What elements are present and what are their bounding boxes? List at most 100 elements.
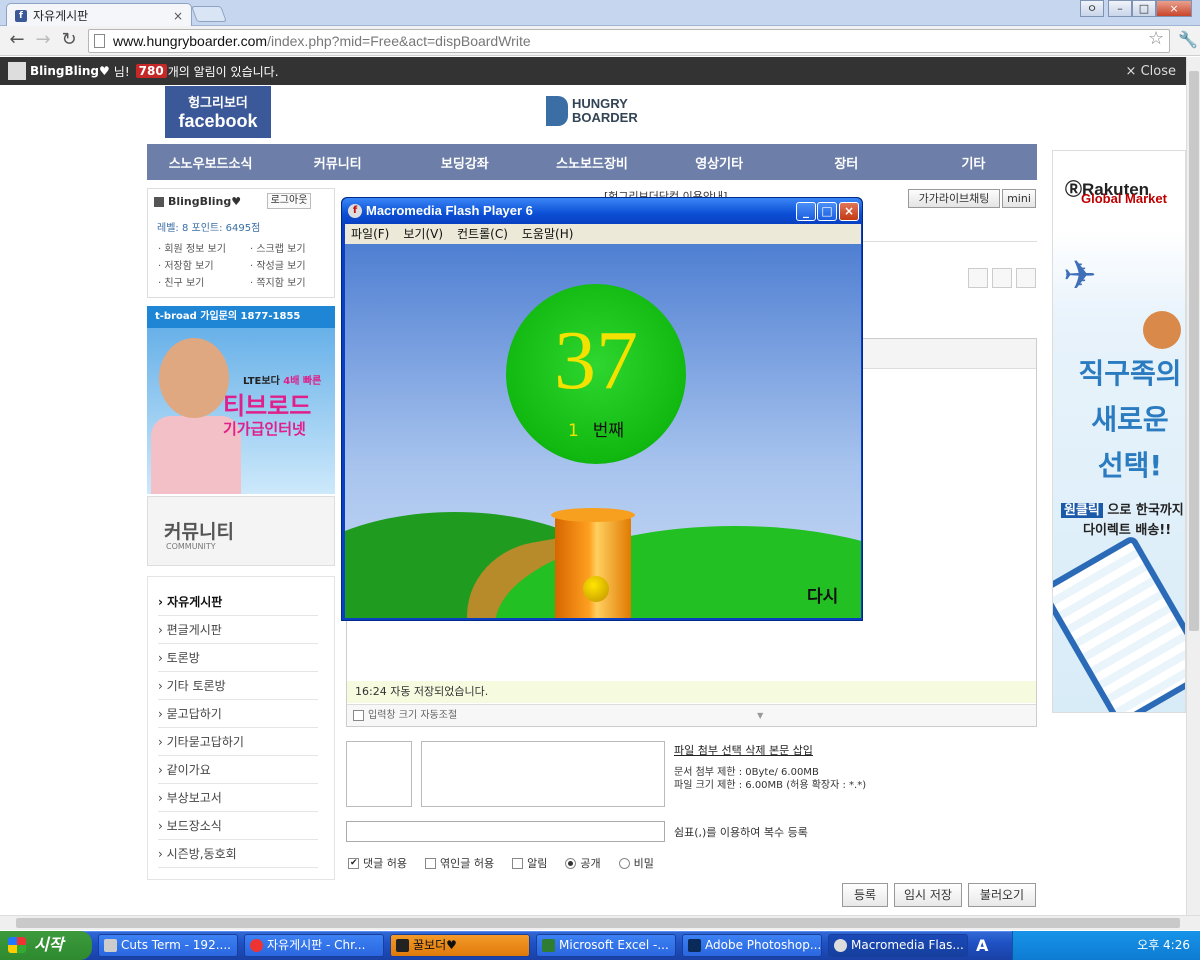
- nav-item-community[interactable]: 커뮤니티: [274, 153, 401, 172]
- my-posts-link[interactable]: · 작성글 보기: [250, 257, 306, 272]
- secret-radio[interactable]: [618, 857, 630, 869]
- board-other-debate[interactable]: › 기타 토론방: [158, 672, 318, 700]
- minimize-button[interactable]: –: [1108, 0, 1132, 17]
- board-debate[interactable]: › 토론방: [158, 644, 318, 672]
- task-cuts-term[interactable]: Cuts Term - 192....: [98, 934, 238, 957]
- forward-arrow-icon[interactable]: →: [32, 30, 54, 52]
- allow-comment-option[interactable]: 댓글 허용: [348, 855, 407, 871]
- site-logo[interactable]: HUNGRY BOARDER: [546, 96, 638, 126]
- friends-link[interactable]: · 친구 보기: [158, 274, 204, 289]
- notify-option[interactable]: 알림: [512, 855, 547, 871]
- board-season-club[interactable]: › 시즌방,동호회: [158, 840, 318, 868]
- board-edited[interactable]: › 편글게시판: [158, 616, 318, 644]
- flash-maximize-button[interactable]: □: [817, 202, 837, 221]
- again-button[interactable]: 다시: [807, 582, 838, 607]
- task-photoshop[interactable]: Adobe Photoshop...: [682, 934, 822, 957]
- public-radio[interactable]: [565, 857, 577, 869]
- rakuten-line-1: 원클릭 으로 한국까지: [1061, 499, 1184, 518]
- flash-player-window[interactable]: Macromedia Flash Player 6 f _ □ × 파일(F) …: [341, 197, 863, 621]
- profile-icon[interactable]: ㅇ: [1080, 0, 1104, 17]
- scrollbar-thumb[interactable]: [1189, 71, 1199, 631]
- hscroll-thumb[interactable]: [16, 918, 1180, 928]
- flash-titlebar[interactable]: Macromedia Flash Player 6: [342, 198, 862, 224]
- auto-resize-option[interactable]: 입력창 크기 자동조절 ▼: [347, 704, 1036, 726]
- user-name[interactable]: BlingBling♥: [168, 195, 241, 208]
- task-messenger[interactable]: 꿀보더♥: [390, 934, 530, 957]
- task-excel[interactable]: Microsoft Excel -...: [536, 934, 676, 957]
- start-button[interactable]: 시작: [0, 931, 92, 960]
- ad-line-1: LTE보다 4배 빠른: [243, 376, 322, 387]
- tab-close-icon[interactable]: ×: [173, 9, 183, 23]
- language-bar[interactable]: A: [976, 936, 988, 955]
- board-free[interactable]: › 자유게시판: [158, 588, 318, 616]
- file-actions[interactable]: 파일 첨부 선택 삭제 본문 삽입: [674, 742, 813, 758]
- public-option[interactable]: 공개: [565, 855, 601, 871]
- nav-item-video[interactable]: 영상기타: [656, 153, 783, 172]
- logout-button[interactable]: 로그아웃: [267, 193, 311, 209]
- back-arrow-icon[interactable]: ←: [6, 30, 28, 52]
- board-go-together[interactable]: › 같이가요: [158, 756, 318, 784]
- submit-button[interactable]: 등록: [842, 883, 888, 907]
- tbroad-ad[interactable]: t-broad 가입문의 1877-1855 LTE보다 4배 빠른 티브로드 …: [147, 306, 335, 494]
- attachment-preview: [346, 741, 412, 807]
- board-other-qna[interactable]: › 기타묻고답하기: [158, 728, 318, 756]
- nav-item-snowboard-news[interactable]: 스노우보드소식: [147, 153, 274, 172]
- gallery-view-icon[interactable]: [1016, 268, 1036, 288]
- close-window-button[interactable]: ×: [1156, 0, 1192, 17]
- nav-item-market[interactable]: 장터: [783, 153, 910, 172]
- messages-link[interactable]: · 쪽지함 보기: [250, 274, 306, 289]
- saved-link[interactable]: · 저장함 보기: [158, 257, 214, 272]
- notification-user[interactable]: BlingBling♥: [30, 64, 110, 78]
- notification-close-button[interactable]: × Close: [1126, 64, 1176, 79]
- nav-item-lessons[interactable]: 보딩강좌: [401, 153, 528, 172]
- flash-menu-view[interactable]: 보기(V): [403, 224, 443, 244]
- allow-trackback-option[interactable]: 엮인글 허용: [424, 855, 494, 871]
- secret-option[interactable]: 비밀: [618, 855, 654, 871]
- flash-menu-control[interactable]: 컨트롤(C): [457, 224, 508, 244]
- task-flash-player[interactable]: Macromedia Flas...: [828, 934, 968, 957]
- user-icon: [154, 196, 164, 207]
- flash-menu-file[interactable]: 파일(F): [351, 224, 389, 244]
- auto-resize-checkbox[interactable]: [353, 710, 364, 721]
- horizontal-scrollbar[interactable]: [0, 915, 1200, 930]
- notify-checkbox[interactable]: [512, 857, 524, 869]
- flash-close-button[interactable]: ×: [839, 202, 859, 221]
- list-view-icon[interactable]: [968, 268, 988, 288]
- temp-save-button[interactable]: 임시 저장: [894, 883, 962, 907]
- flash-stage[interactable]: 37 1 번째 다시: [345, 244, 861, 618]
- allow-comment-checkbox[interactable]: [348, 857, 359, 869]
- flash-menu-help[interactable]: 도움말(H): [522, 224, 574, 244]
- community-banner[interactable]: 커뮤니티 COMMUNITY: [147, 496, 335, 566]
- nav-item-gear[interactable]: 스노보드장비: [528, 153, 655, 172]
- board-resort-news[interactable]: › 보드장소식: [158, 812, 318, 840]
- webzine-view-icon[interactable]: [992, 268, 1012, 288]
- clock[interactable]: 오후 4:26: [1137, 938, 1190, 952]
- board-injury[interactable]: › 부상보고서: [158, 784, 318, 812]
- autosave-status: 16:24 자동 저장되었습니다.: [347, 681, 1036, 703]
- mini-button[interactable]: mini: [1002, 189, 1036, 208]
- bookmark-star-icon[interactable]: ☆: [1148, 28, 1164, 49]
- vertical-scrollbar[interactable]: [1186, 57, 1200, 915]
- resize-arrow-icon[interactable]: ▼: [757, 705, 763, 727]
- rakuten-ad[interactable]: ⓇRakuten Global Market ✈ 직구족의 새로운 선택! 원클…: [1052, 150, 1186, 713]
- new-tab-button[interactable]: [191, 6, 227, 22]
- notification-count[interactable]: 780: [135, 64, 167, 78]
- scrap-link[interactable]: · 스크랩 보기: [250, 240, 306, 255]
- allow-trackback-checkbox[interactable]: [424, 857, 436, 869]
- wrench-menu-icon[interactable]: 🔧: [1178, 30, 1198, 49]
- load-button[interactable]: 불러오기: [968, 883, 1036, 907]
- task-chrome[interactable]: 자유게시판 - Chr...: [244, 934, 384, 957]
- reload-icon[interactable]: ↻: [58, 30, 80, 52]
- attachment-list[interactable]: [421, 741, 665, 807]
- live-chat-button[interactable]: 가가라이브채팅: [908, 189, 1000, 208]
- nav-item-etc[interactable]: 기타: [910, 153, 1037, 172]
- address-bar[interactable]: www.hungryboarder.com/index.php?mid=Free…: [88, 29, 1170, 53]
- browser-tab[interactable]: f 자유게시판 ×: [6, 3, 192, 27]
- lotto-number: 37: [554, 314, 638, 407]
- maximize-button[interactable]: □: [1132, 0, 1156, 17]
- tag-input[interactable]: [346, 821, 665, 842]
- board-qna[interactable]: › 묻고답하기: [158, 700, 318, 728]
- member-info-link[interactable]: · 회원 정보 보기: [158, 240, 226, 255]
- flash-minimize-button[interactable]: _: [796, 202, 816, 221]
- facebook-banner[interactable]: 헝그리보더 facebook: [165, 86, 271, 138]
